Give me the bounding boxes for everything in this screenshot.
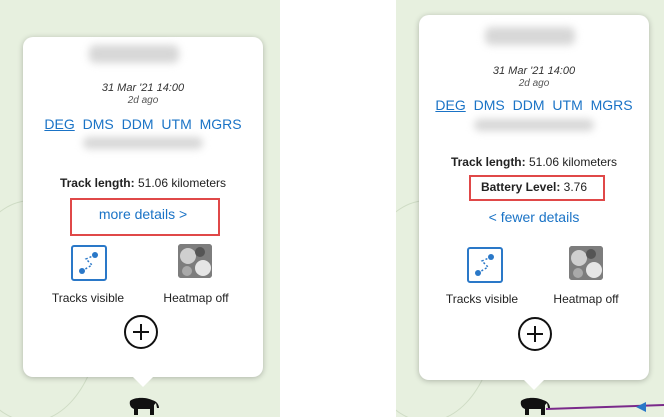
tracks-icon — [475, 254, 494, 276]
heatmap-icon — [178, 244, 212, 278]
tracks-visible-label: Tracks visible — [51, 291, 125, 305]
coord-format-utm[interactable]: UTM — [161, 116, 191, 132]
tracks-toggle-button[interactable] — [71, 245, 107, 281]
track-length-value: 51.06 kilometers — [528, 155, 618, 169]
heatmap-off-label: Heatmap off — [553, 292, 619, 306]
highlight-box — [70, 198, 220, 236]
coord-format-ddm[interactable]: DDM — [122, 116, 154, 132]
station-name-redacted — [485, 27, 575, 45]
plus-circle-icon[interactable] — [518, 317, 552, 351]
coord-format-dms[interactable]: DMS — [474, 97, 505, 113]
heatmap-icon — [569, 246, 603, 280]
heatmap-off-label: Heatmap off — [163, 291, 229, 305]
left-panel: 31 Mar '21 14:00 2d ago DEG DMS DDM UTM … — [0, 0, 280, 417]
coord-format-utm[interactable]: UTM — [552, 97, 582, 113]
heatmap-toggle-button[interactable] — [569, 246, 603, 280]
coordinates-redacted — [474, 119, 594, 131]
track-length: Track length: 51.06 kilometers — [23, 176, 263, 190]
tracks-toggle-button[interactable] — [467, 247, 503, 283]
popup-time-ago: 2d ago — [518, 78, 550, 89]
coord-format-row: DEG DMS DDM UTM MGRS — [23, 116, 263, 132]
right-panel: 31 Mar '21 14:00 2d ago DEG DMS DDM UTM … — [396, 0, 664, 417]
coord-format-mgrs[interactable]: MGRS — [591, 97, 633, 113]
coord-format-ddm[interactable]: DDM — [513, 97, 545, 113]
track-length-label: Track length: — [450, 155, 526, 169]
track-line — [546, 402, 664, 412]
plus-circle-icon[interactable] — [124, 315, 158, 349]
track-length-label: Track length: — [59, 176, 135, 190]
heatmap-toggle-button[interactable] — [178, 244, 212, 278]
coord-format-mgrs[interactable]: MGRS — [200, 116, 242, 132]
tracks-icon — [79, 252, 98, 274]
track-length: Track length: 51.06 kilometers — [419, 155, 649, 169]
coord-format-deg[interactable]: DEG — [435, 97, 465, 113]
tracks-visible-label: Tracks visible — [445, 292, 519, 306]
popup-card: 31 Mar '21 14:00 2d ago DEG DMS DDM UTM … — [23, 37, 263, 377]
highlight-box — [469, 175, 605, 201]
station-name-redacted — [89, 45, 179, 63]
coord-format-deg[interactable]: DEG — [44, 116, 74, 132]
elephant-icon[interactable] — [126, 395, 162, 417]
popup-pointer — [524, 380, 544, 390]
popup-date: 31 Mar '21 14:00 — [101, 82, 185, 94]
popup-card: 31 Mar '21 14:00 2d ago DEG DMS DDM UTM … — [419, 15, 649, 380]
popup-time-ago: 2d ago — [127, 95, 159, 106]
coord-format-row: DEG DMS DDM UTM MGRS — [419, 97, 649, 113]
popup-pointer — [133, 377, 153, 387]
coordinates-redacted — [83, 137, 203, 149]
track-length-value: 51.06 kilometers — [137, 176, 227, 190]
popup-date: 31 Mar '21 14:00 — [492, 65, 576, 77]
elephant-icon[interactable] — [517, 395, 553, 417]
fewer-details-link[interactable]: < fewer details — [419, 209, 649, 225]
coord-format-dms[interactable]: DMS — [83, 116, 114, 132]
